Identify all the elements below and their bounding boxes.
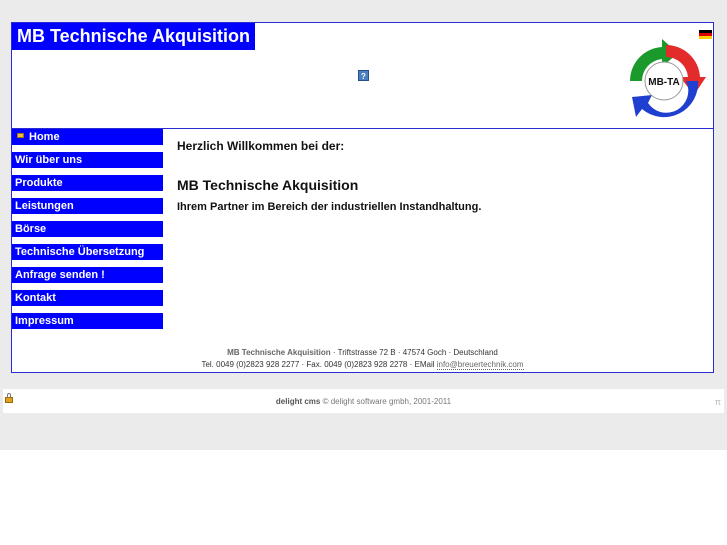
nav-item-home[interactable]: Home [12, 129, 163, 145]
nav-item-leistungen[interactable]: Leistungen [12, 198, 163, 214]
cms-copyright: © delight software gmbh, 2001-2011 [320, 397, 452, 406]
sidebar-nav: Home Wir über uns Produkte Leistungen Bö… [12, 129, 163, 336]
nav-item-anfrage-senden[interactable]: Anfrage senden ! [12, 267, 163, 283]
folder-arrow-icon [17, 133, 24, 138]
help-icon[interactable]: ? [358, 70, 369, 81]
nav-item-wir-ueber-uns[interactable]: Wir über uns [12, 152, 163, 168]
partner-text: Ihrem Partner im Bereich der industriell… [177, 201, 482, 213]
site-title: MB Technische Akquisition [12, 23, 256, 50]
nav-item-produkte[interactable]: Produkte [12, 175, 163, 191]
footer-company-name: MB Technische Akquisition [227, 348, 331, 357]
nav-item-technische-uebersetzung[interactable]: Technische Übersetzung [12, 244, 163, 260]
footer-contact-line: Tel. 0049 (0)2823 928 2277 · Fax. 0049 (… [12, 359, 713, 371]
cms-credit: delight cms © delight software gmbh, 200… [3, 397, 724, 406]
site-frame: MB Technische Akquisition ? MB-TA Home W… [11, 22, 714, 373]
cms-bar: delight cms © delight software gmbh, 200… [3, 389, 724, 413]
welcome-heading: Herzlich Willkommen bei der: [177, 139, 345, 153]
pi-link[interactable]: π [715, 397, 721, 407]
mb-ta-logo: MB-TA [629, 39, 706, 118]
footer-address-line: MB Technische Akquisition · Triftstrasse… [12, 347, 713, 359]
company-heading: MB Technische Akquisition [177, 177, 359, 193]
nav-item-boerse[interactable]: Börse [12, 221, 163, 237]
nav-label: Home [29, 131, 60, 143]
footer-email-link[interactable]: info@breuertechnik.com [436, 360, 524, 370]
footer-address: · Triftstrasse 72 B · 47574 Goch · Deuts… [330, 348, 498, 357]
nav-item-impressum[interactable]: Impressum [12, 313, 163, 329]
main-content: Herzlich Willkommen bei der: MB Technisc… [177, 139, 481, 213]
cms-brand: delight cms [275, 397, 321, 406]
site-footer: MB Technische Akquisition · Triftstrasse… [12, 347, 713, 371]
footer-contact: Tel. 0049 (0)2823 928 2277 · Fax. 0049 (… [201, 360, 437, 369]
logo-text: MB-TA [648, 77, 679, 88]
nav-item-kontakt[interactable]: Kontakt [12, 290, 163, 306]
